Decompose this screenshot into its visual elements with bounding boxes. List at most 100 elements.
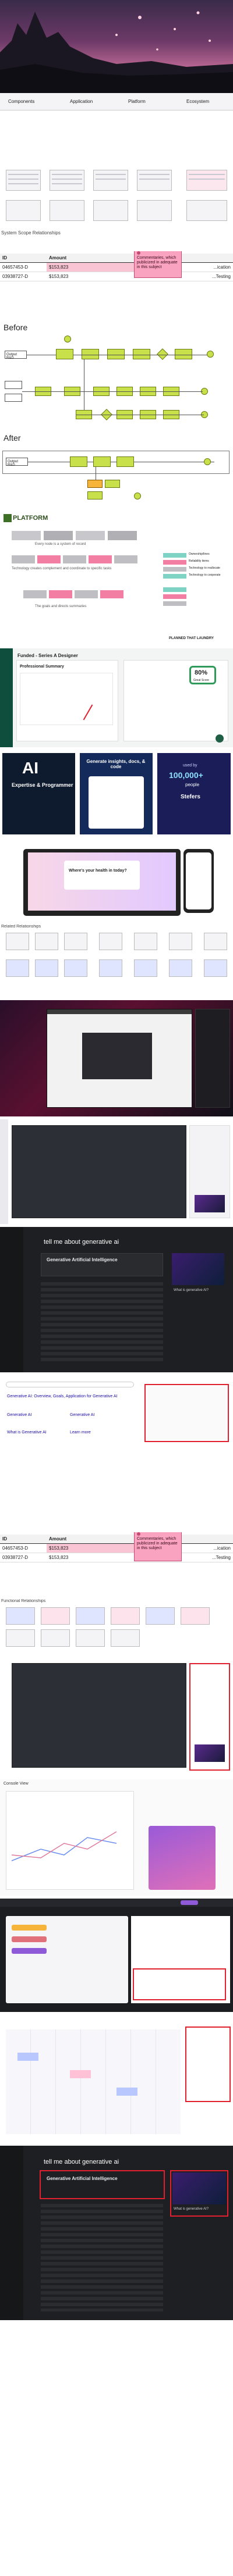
thumbnail[interactable] <box>6 200 41 221</box>
thumbnail[interactable] <box>99 959 122 977</box>
video-frame[interactable] <box>82 1033 152 1079</box>
thumbnail[interactable] <box>99 933 122 950</box>
hero-tab[interactable]: Application <box>70 99 93 104</box>
after-title: After <box>3 433 21 443</box>
editor-canvas[interactable] <box>12 1125 186 1218</box>
thumbnail[interactable] <box>137 200 172 221</box>
table-row[interactable]: 04657453-D $153,823 ...ication <box>0 262 233 272</box>
search-bar[interactable] <box>6 1382 134 1387</box>
thumbnail[interactable] <box>6 170 41 191</box>
designer-app-screenshot: Funded - Series A Designer Professional … <box>0 648 233 747</box>
legend-label: Technology to reallocate <box>189 566 220 570</box>
thumbnail[interactable] <box>169 959 192 977</box>
hero-tab[interactable]: Components <box>8 99 34 104</box>
calendar-grid[interactable] <box>6 2029 181 2134</box>
thumbnail[interactable] <box>146 1607 175 1625</box>
caption: Every node is a system of record <box>35 543 86 546</box>
toolbar-button[interactable] <box>181 1900 198 1905</box>
result-title[interactable]: Generative AI: Overview, Goals, Applicat… <box>7 1394 135 1398</box>
chat-thumbnail[interactable] <box>195 1195 225 1212</box>
media-card[interactable] <box>172 2172 226 2204</box>
thumbnail[interactable] <box>6 959 29 977</box>
event-block[interactable] <box>17 2053 38 2061</box>
result-link[interactable]: What is Generative AI <box>7 1430 47 1435</box>
thumbnail[interactable] <box>134 933 157 950</box>
thumbnail[interactable] <box>41 1607 70 1625</box>
popup-panel[interactable] <box>149 1826 216 1890</box>
answer-body <box>41 2204 163 2311</box>
table-row[interactable]: 03938727-D $153,823 ...Testing <box>0 1553 233 1562</box>
process-diagram: Every node is a system of record Ownersh… <box>0 526 233 645</box>
thumbnail[interactable] <box>76 1629 105 1647</box>
hero-tab[interactable]: Platform <box>128 99 146 104</box>
editor-canvas[interactable] <box>12 1663 186 1768</box>
highlight-box <box>40 2170 165 2199</box>
thumbnail[interactable] <box>111 1629 140 1647</box>
prompt-card[interactable] <box>64 861 140 890</box>
result-link[interactable]: Generative AI <box>70 1413 94 1417</box>
thumbnail[interactable] <box>93 200 128 221</box>
thumbnail[interactable] <box>169 933 192 950</box>
swimlane <box>2 451 230 474</box>
thumbnail[interactable] <box>134 959 157 977</box>
start-node: Output R&D <box>5 351 27 360</box>
cell-amount: $153,823 <box>47 262 134 272</box>
thumbnail[interactable] <box>186 200 227 221</box>
hero-banner <box>0 0 233 93</box>
thumbnail[interactable] <box>50 200 84 221</box>
event-block[interactable] <box>70 2070 91 2078</box>
thumbnail[interactable] <box>181 1607 210 1625</box>
flow-task-node <box>87 491 103 499</box>
legend-swatch <box>163 574 186 579</box>
media-card[interactable] <box>172 1253 224 1285</box>
table-section: ID Amount Description 04657453-D $153,82… <box>0 1532 233 1573</box>
hero-tabs: Components Application Platform Ecosyste… <box>0 93 233 110</box>
legend-label: Ownership/lines <box>189 552 210 556</box>
table-row[interactable]: 03938727-D $153,823 ...Testing <box>0 272 233 281</box>
after-diagram: After Output R&D <box>0 433 233 509</box>
category-chip[interactable] <box>12 1925 47 1931</box>
thumbnail[interactable] <box>41 1629 70 1647</box>
thumbnail[interactable] <box>50 170 84 191</box>
thumbnail[interactable] <box>64 959 87 977</box>
thumbnail[interactable] <box>204 959 227 977</box>
hero-tab[interactable]: Ecosystem <box>186 99 209 104</box>
category-chip[interactable] <box>12 1936 47 1942</box>
note-dot-icon <box>137 1532 140 1536</box>
chat-screenshot: tell me about generative ai Generative A… <box>0 1227 233 1372</box>
score-value: 80% <box>195 669 208 676</box>
thumbnail[interactable] <box>35 959 58 977</box>
thumbnail[interactable] <box>6 1629 35 1647</box>
thumbnail[interactable] <box>111 1607 140 1625</box>
thumbnail[interactable] <box>137 170 172 191</box>
flow-task-node <box>56 349 73 359</box>
promo-brand: Stefers <box>181 794 200 800</box>
chat-heading: tell me about generative ai <box>44 2158 119 2165</box>
answer-title: Generative Artificial Intelligence <box>47 1257 118 1262</box>
result-link[interactable]: Generative AI <box>7 1413 31 1417</box>
thumbnail[interactable] <box>64 933 87 950</box>
functional-strip: Functional Relationships <box>0 1599 233 1651</box>
thumbnail[interactable] <box>76 1607 105 1625</box>
thumbnail[interactable] <box>6 1607 35 1625</box>
thumbnail[interactable] <box>204 933 227 950</box>
category-chip[interactable] <box>12 1948 47 1954</box>
chat-thumbnail[interactable] <box>195 1744 225 1762</box>
event-block[interactable] <box>116 2088 137 2096</box>
thumbnail[interactable] <box>35 933 58 950</box>
promo-card-ai[interactable] <box>2 753 75 834</box>
flow-event-node <box>134 493 141 499</box>
section-heading: Professional Summary <box>20 665 64 669</box>
column-header: ID <box>0 254 47 263</box>
side-panel <box>195 1009 230 1108</box>
highlight-box <box>185 2026 231 2102</box>
table-row[interactable]: 04657453-D $153,823 ...ication <box>0 1543 233 1553</box>
result-link[interactable]: Learn more <box>70 1430 91 1435</box>
app-window[interactable] <box>47 1009 192 1108</box>
thumbnail[interactable] <box>6 933 29 950</box>
thumbnail[interactable] <box>186 170 227 191</box>
thumbnail[interactable] <box>93 170 128 191</box>
tooltip-note: Commentaries, which publicized in adequa… <box>134 1532 182 1561</box>
text-area[interactable] <box>20 673 113 725</box>
help-button[interactable] <box>216 734 224 743</box>
